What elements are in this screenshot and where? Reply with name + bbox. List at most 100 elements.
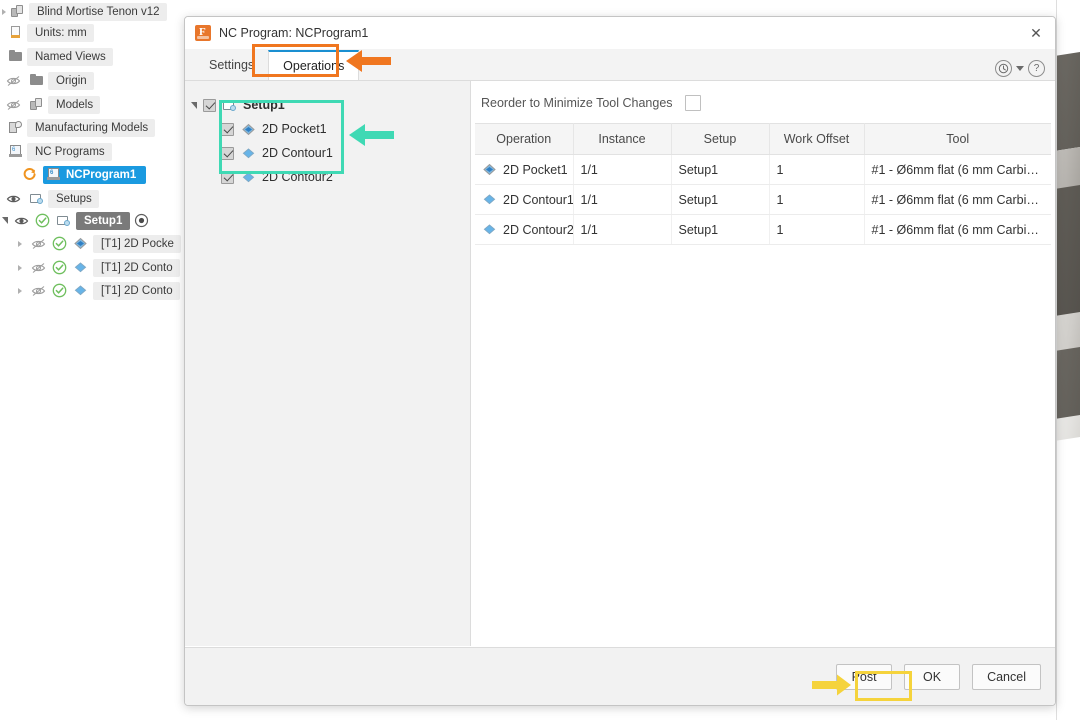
nc-program-folder-icon: 6 <box>8 144 23 159</box>
column-header-instance[interactable]: Instance <box>573 123 672 155</box>
tree-item-label: Origin <box>56 74 87 87</box>
table-row[interactable]: 2D Contour1 1/1 Setup1 1 #1 - Ø6mm flat … <box>475 184 1051 215</box>
eye-visible-icon[interactable] <box>6 191 21 206</box>
cancel-button[interactable]: Cancel <box>972 663 1041 690</box>
eye-hidden-icon[interactable] <box>31 283 46 298</box>
cell-operation: 2D Contour1 <box>475 184 574 215</box>
table-row[interactable]: 2D Contour2 1/1 Setup1 1 #1 - Ø6mm flat … <box>475 214 1051 245</box>
contour-icon <box>73 260 88 275</box>
operation-checkbox[interactable] <box>221 146 234 160</box>
help-icon[interactable]: ? <box>1028 60 1045 77</box>
operation-checkbox[interactable] <box>221 170 234 184</box>
eye-hidden-icon[interactable] <box>6 73 21 88</box>
tree-item-units[interactable]: Units: mm <box>8 22 94 43</box>
reorder-label: Reorder to Minimize Tool Changes <box>481 96 673 110</box>
eye-hidden-icon[interactable] <box>31 260 46 275</box>
op-tree-2d-contour2[interactable]: 2D Contour2 <box>185 165 470 189</box>
expander-expanded-icon[interactable] <box>191 101 197 109</box>
tree-item-nc-programs[interactable]: 6 NC Programs <box>8 141 112 162</box>
tree-item-label: [T1] 2D Conto <box>101 261 173 274</box>
expander-collapsed-icon[interactable] <box>18 264 22 271</box>
op-tree-label: 2D Contour2 <box>262 170 333 184</box>
cell-operation: 2D Contour2 <box>475 214 574 245</box>
document-icon <box>8 25 23 40</box>
tree-item-origin[interactable]: Origin <box>6 70 94 91</box>
cell-setup: Setup1 <box>671 184 770 215</box>
pocket-icon <box>73 236 88 251</box>
column-header-operation[interactable]: Operation <box>475 123 574 155</box>
dialog-title: NC Program: NCProgram1 <box>219 26 369 40</box>
close-icon[interactable]: ✕ <box>1023 21 1049 45</box>
contour-icon <box>482 192 497 207</box>
tree-item-models[interactable]: Models <box>6 94 101 115</box>
fusion-icon: F <box>195 25 211 41</box>
pocket-icon <box>482 162 497 177</box>
check-circle-icon <box>35 213 50 228</box>
op-tree-2d-pocket1[interactable]: 2D Pocket1 <box>185 117 470 141</box>
tree-item-operation[interactable]: [T1] 2D Pocke <box>18 233 181 254</box>
table-row[interactable]: 2D Pocket1 1/1 Setup1 1 #1 - Ø6mm flat (… <box>475 154 1051 185</box>
column-header-setup[interactable]: Setup <box>671 123 770 155</box>
tree-item-label: NCProgram1 <box>66 168 137 181</box>
setup1-checkbox[interactable] <box>203 98 216 112</box>
column-header-work-offset[interactable]: Work Offset <box>769 123 865 155</box>
op-tree-label: Setup1 <box>243 98 285 112</box>
op-tree-setup1[interactable]: Setup1 <box>185 93 470 117</box>
post-button[interactable]: Post <box>836 663 893 690</box>
tree-item-label: Named Views <box>35 50 106 63</box>
folder-icon <box>29 73 44 88</box>
tree-item-label: NC Programs <box>35 145 105 158</box>
check-circle-icon <box>52 283 67 298</box>
tab-settings[interactable]: Settings <box>195 50 268 80</box>
history-clock-icon[interactable] <box>995 60 1012 77</box>
chevron-down-icon[interactable] <box>1016 66 1024 71</box>
expander-collapsed-icon[interactable] <box>18 287 22 294</box>
cell-instance: 1/1 <box>573 154 672 185</box>
setups-folder-icon <box>222 98 237 113</box>
expander-collapsed-icon[interactable] <box>2 8 6 15</box>
tree-item-label: [T1] 2D Pocke <box>101 237 174 250</box>
eye-hidden-icon[interactable] <box>31 236 46 251</box>
tree-item-manufacturing-models[interactable]: Manufacturing Models <box>8 117 156 138</box>
cell-setup: Setup1 <box>671 154 770 185</box>
tree-item-document[interactable]: Blind Mortise Tenon v12 <box>2 1 167 22</box>
expander-expanded-icon[interactable] <box>2 217 8 224</box>
app-screenshot: Blind Mortise Tenon v12 Units: mm Named … <box>0 0 1080 720</box>
tree-item-ncprogram1[interactable]: 6 NCProgram1 <box>22 164 147 185</box>
tree-item-named-views[interactable]: Named Views <box>8 46 113 67</box>
manufacturing-models-icon <box>8 120 23 135</box>
contour-icon <box>241 146 256 161</box>
tree-item-setups[interactable]: Setups <box>6 188 99 209</box>
check-circle-icon <box>52 236 67 251</box>
operation-checkbox[interactable] <box>221 122 234 136</box>
tree-item-label: Blind Mortise Tenon v12 <box>37 5 160 18</box>
cell-tool: #1 - Ø6mm flat (6 mm Carbide … <box>864 184 1051 215</box>
cell-tool: #1 - Ø6mm flat (6 mm Carbide … <box>864 154 1051 185</box>
expander-collapsed-icon[interactable] <box>18 240 22 247</box>
browser-tree[interactable]: Blind Mortise Tenon v12 Units: mm Named … <box>0 0 190 720</box>
cell-operation-label: 2D Contour2 <box>503 222 573 237</box>
cell-operation-label: 2D Contour1 <box>503 192 573 207</box>
contour-icon <box>482 222 497 237</box>
dialog-footer: Post OK Cancel <box>185 647 1055 705</box>
reorder-row: Reorder to Minimize Tool Changes <box>471 91 1055 115</box>
cell-instance: 1/1 <box>573 184 672 215</box>
tree-item-operation[interactable]: [T1] 2D Conto <box>18 257 180 278</box>
dialog-titlebar: F NC Program: NCProgram1 ✕ <box>185 17 1055 49</box>
tree-item-operation[interactable]: [T1] 2D Conto <box>18 280 180 301</box>
cell-operation-label: 2D Pocket1 <box>503 162 568 177</box>
op-tree-2d-contour1[interactable]: 2D Contour1 <box>185 141 470 165</box>
ok-button[interactable]: OK <box>904 663 961 690</box>
reorder-checkbox[interactable] <box>684 95 701 111</box>
column-header-tool[interactable]: Tool <box>864 123 1051 155</box>
setup-active-icon[interactable] <box>134 213 149 228</box>
tree-item-setup1[interactable]: Setup1 <box>2 210 149 231</box>
cell-setup: Setup1 <box>671 214 770 245</box>
eye-hidden-icon[interactable] <box>6 97 21 112</box>
body-icon <box>29 97 44 112</box>
operations-table-panel: Reorder to Minimize Tool Changes Operati… <box>471 81 1055 646</box>
cell-work-offset: 1 <box>769 154 865 185</box>
tab-operations[interactable]: Operations <box>268 50 360 80</box>
eye-visible-icon[interactable] <box>14 213 29 228</box>
tree-item-label: Setups <box>56 192 92 205</box>
